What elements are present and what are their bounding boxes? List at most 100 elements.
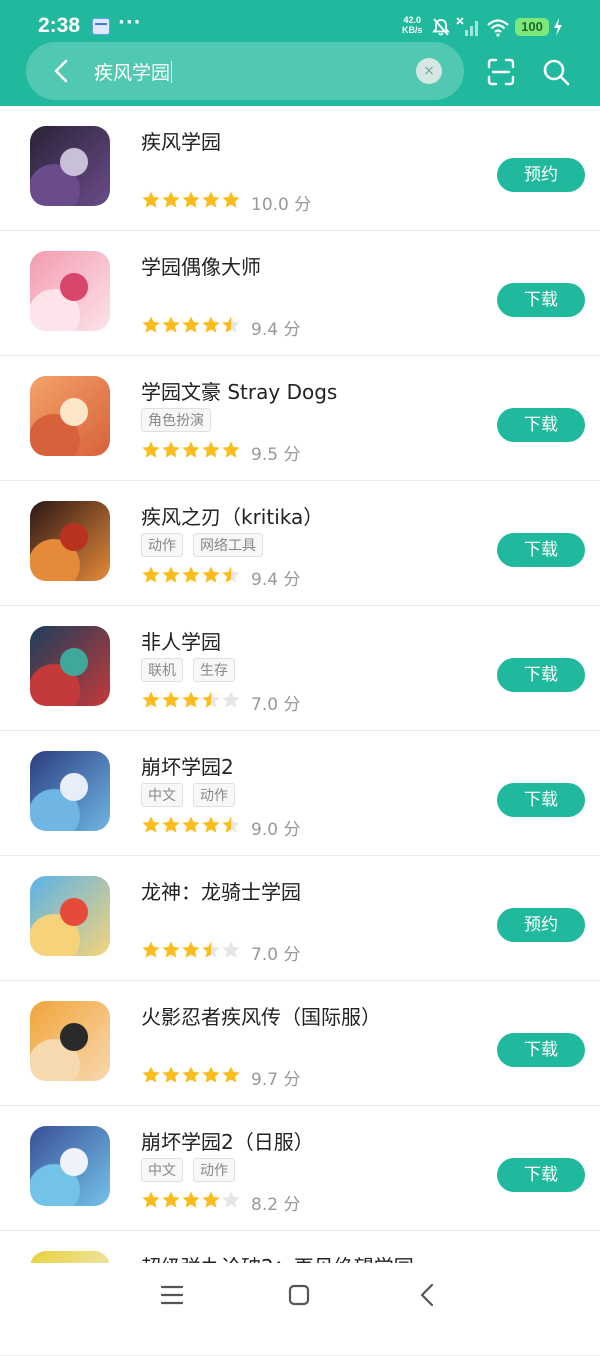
app-result-row[interactable]: 崩坏学园2（日服） 中文 动作 8.2 分 下载 <box>0 1106 600 1231</box>
more-notifications-icon: ··· <box>118 12 142 33</box>
app-tag: 联机 <box>141 658 183 682</box>
clear-search-button[interactable]: × <box>416 58 442 84</box>
star-icon <box>162 316 180 333</box>
search-icon[interactable] <box>542 58 570 86</box>
app-name[interactable]: 龙神：龙骑士学园 <box>141 876 301 905</box>
scan-icon[interactable] <box>487 58 515 86</box>
download-button[interactable]: 下载 <box>497 1158 585 1192</box>
app-tags: 中文 动作 <box>141 783 245 807</box>
net-speed-value: 42.0 <box>403 15 422 25</box>
app-name[interactable]: 疾风之刃（kritika） <box>141 501 323 530</box>
system-back-icon[interactable] <box>416 1283 440 1307</box>
download-button[interactable]: 下载 <box>497 783 585 817</box>
star-icon <box>222 316 240 333</box>
download-button[interactable]: 下载 <box>497 658 585 692</box>
star-icon <box>162 816 180 833</box>
download-button[interactable]: 下载 <box>497 283 585 317</box>
app-name[interactable]: 火影忍者疾风传（国际服） <box>141 1001 381 1030</box>
rating-score: 7.0 分 <box>251 695 301 715</box>
download-button[interactable]: 下载 <box>497 533 585 567</box>
back-arrow-icon[interactable] <box>48 57 76 85</box>
app-tag: 角色扮演 <box>141 408 211 432</box>
star-icon <box>182 1191 200 1208</box>
star-icon <box>182 691 200 708</box>
app-name[interactable]: 崩坏学园2（日服） <box>141 1126 314 1155</box>
app-tag: 中文 <box>141 783 183 807</box>
app-result-row[interactable]: 非人学园联机 生存 7.0 分 下载 <box>0 606 600 731</box>
app-name[interactable]: 学园文豪 Stray Dogs <box>141 376 337 405</box>
download-button[interactable]: 下载 <box>497 1033 585 1067</box>
app-icon[interactable] <box>30 251 110 331</box>
app-name[interactable]: 非人学园 <box>141 626 221 655</box>
app-result-row[interactable]: 疾风之刃（kritika） 动作 网络工具 9.4 分 下载 <box>0 481 600 606</box>
app-icon[interactable] <box>30 626 110 706</box>
star-icon <box>202 316 220 333</box>
app-result-row[interactable]: 学园偶像大师 9.4 分 下载 <box>0 231 600 356</box>
app-icon[interactable] <box>30 501 110 581</box>
app-tag: 动作 <box>141 533 183 557</box>
app-tags: 中文 动作 <box>141 1158 245 1182</box>
app-icon[interactable] <box>30 126 110 206</box>
system-navigation-bar <box>0 1263 600 1333</box>
star-icon <box>162 941 180 958</box>
battery-level: 100 <box>515 18 549 36</box>
star-icon <box>202 1191 220 1208</box>
reserve-button[interactable]: 预约 <box>497 158 585 192</box>
rating-score: 7.0 分 <box>251 945 301 965</box>
star-icon <box>222 441 240 458</box>
home-icon[interactable] <box>287 1283 311 1307</box>
mute-bell-icon <box>432 18 450 36</box>
app-result-row[interactable]: 崩坏学园2 中文 动作 9.0 分 下载 <box>0 731 600 856</box>
net-speed-unit: KB/s <box>402 25 423 35</box>
app-tag: 动作 <box>193 783 235 807</box>
app-name[interactable]: 疾风学园 <box>141 126 221 155</box>
app-icon[interactable] <box>30 1126 110 1206</box>
cellular-signal-icon <box>456 17 478 36</box>
app-result-row[interactable]: 学园文豪 Stray Dogs 角色扮演 9.5 分 下载 <box>0 356 600 481</box>
star-icon <box>162 1066 180 1083</box>
search-bar[interactable]: 疾风学园 × <box>26 42 464 100</box>
star-icon <box>142 441 160 458</box>
star-icon <box>202 191 220 208</box>
app-name[interactable]: 学园偶像大师 <box>141 251 261 280</box>
reserve-button[interactable]: 预约 <box>497 908 585 942</box>
app-result-row[interactable]: 龙神：龙骑士学园 7.0 分 预约 <box>0 856 600 981</box>
star-icon <box>222 191 240 208</box>
app-icon[interactable] <box>30 751 110 831</box>
app-tags: 角色扮演 <box>141 408 221 432</box>
star-icon <box>162 191 180 208</box>
app-name[interactable]: 崩坏学园2 <box>141 751 234 780</box>
app-result-row[interactable]: 疾风学园 10.0 分 预约 <box>0 106 600 231</box>
app-tags: 联机 生存 <box>141 658 245 682</box>
star-icon <box>142 566 160 583</box>
recent-apps-icon[interactable] <box>160 1283 184 1307</box>
top-bar: 2:38 ··· 42.0 KB/s 100 疾风学园 × <box>0 0 600 106</box>
star-icon <box>202 1066 220 1083</box>
app-tag: 生存 <box>193 658 235 682</box>
app-tag: 中文 <box>141 1158 183 1182</box>
star-icon <box>202 566 220 583</box>
download-button[interactable]: 下载 <box>497 408 585 442</box>
rating-score: 9.4 分 <box>251 320 301 340</box>
star-icon <box>182 816 200 833</box>
app-icon[interactable] <box>30 376 110 456</box>
app-icon[interactable] <box>30 876 110 956</box>
rating-score: 9.0 分 <box>251 820 301 840</box>
text-cursor <box>171 61 173 83</box>
status-time: 2:38 <box>38 14 81 37</box>
app-tags: 动作 网络工具 <box>141 533 273 557</box>
star-icon <box>202 691 220 708</box>
star-icon <box>142 316 160 333</box>
rating-score: 9.7 分 <box>251 1070 301 1090</box>
rating-score: 10.0 分 <box>251 195 312 215</box>
star-icon <box>202 941 220 958</box>
star-icon <box>142 1191 160 1208</box>
app-result-row[interactable]: 火影忍者疾风传（国际服） 9.7 分 下载 <box>0 981 600 1106</box>
star-icon <box>222 691 240 708</box>
star-icon <box>222 1066 240 1083</box>
rating-score: 8.2 分 <box>251 1195 301 1215</box>
star-icon <box>142 191 160 208</box>
charging-icon <box>554 18 562 36</box>
search-input[interactable]: 疾风学园 <box>94 58 173 85</box>
app-icon[interactable] <box>30 1001 110 1081</box>
